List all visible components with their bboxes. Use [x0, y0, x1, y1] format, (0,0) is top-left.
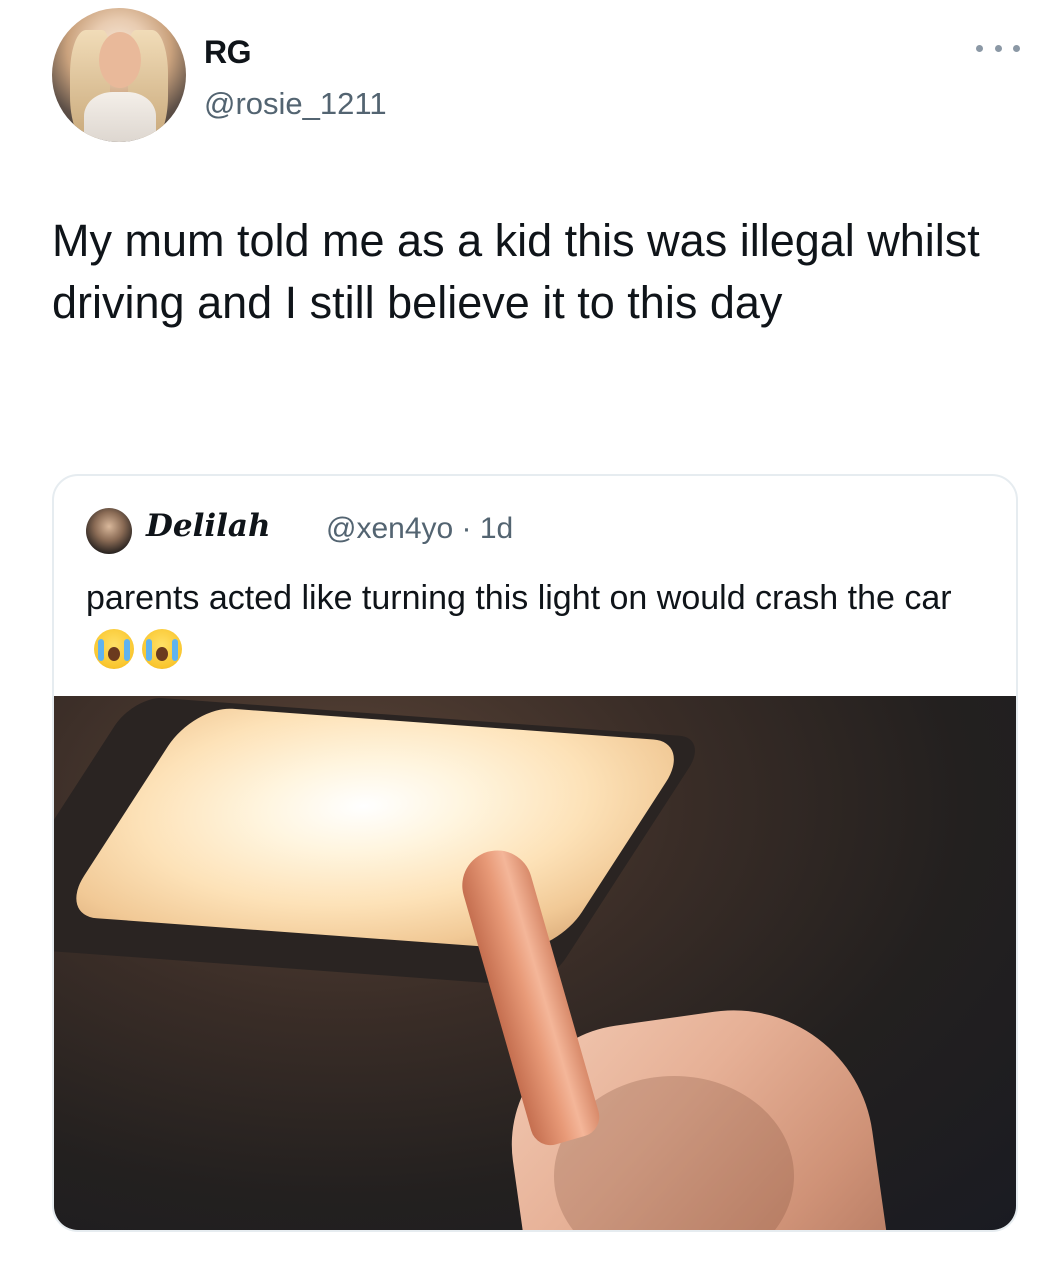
tweet: RG @rosie_1211 My mum told me as a kid t… [0, 0, 1064, 1279]
loudly-crying-face-icon [142, 629, 182, 669]
quoted-tweet-card[interactable]: Delilah @xen4yo · 1d parents acted like … [52, 474, 1018, 1232]
tweet-text: My mum told me as a kid this was illegal… [52, 215, 980, 328]
more-dot [1013, 44, 1020, 52]
more-horizontal-icon[interactable] [976, 40, 1020, 56]
quoted-handle-time: @xen4yo · 1d [326, 512, 514, 545]
avatar[interactable] [52, 8, 186, 142]
avatar-face [99, 32, 141, 88]
quoted-photo[interactable] [54, 696, 1016, 1230]
author-handle[interactable]: @rosie_1211 [204, 86, 387, 122]
quoted-tweet-text: parents acted like turning this light on… [86, 579, 952, 617]
more-dot [976, 44, 983, 52]
author-name[interactable]: RG [204, 34, 252, 71]
quoted-avatar[interactable] [86, 508, 132, 554]
quoted-tweet-text-block: parents acted like turning this light on… [86, 572, 986, 676]
loudly-crying-face-icon [94, 629, 134, 669]
avatar-body [84, 92, 156, 142]
more-dot [994, 44, 1002, 52]
quoted-author-name[interactable]: Delilah [146, 508, 271, 544]
